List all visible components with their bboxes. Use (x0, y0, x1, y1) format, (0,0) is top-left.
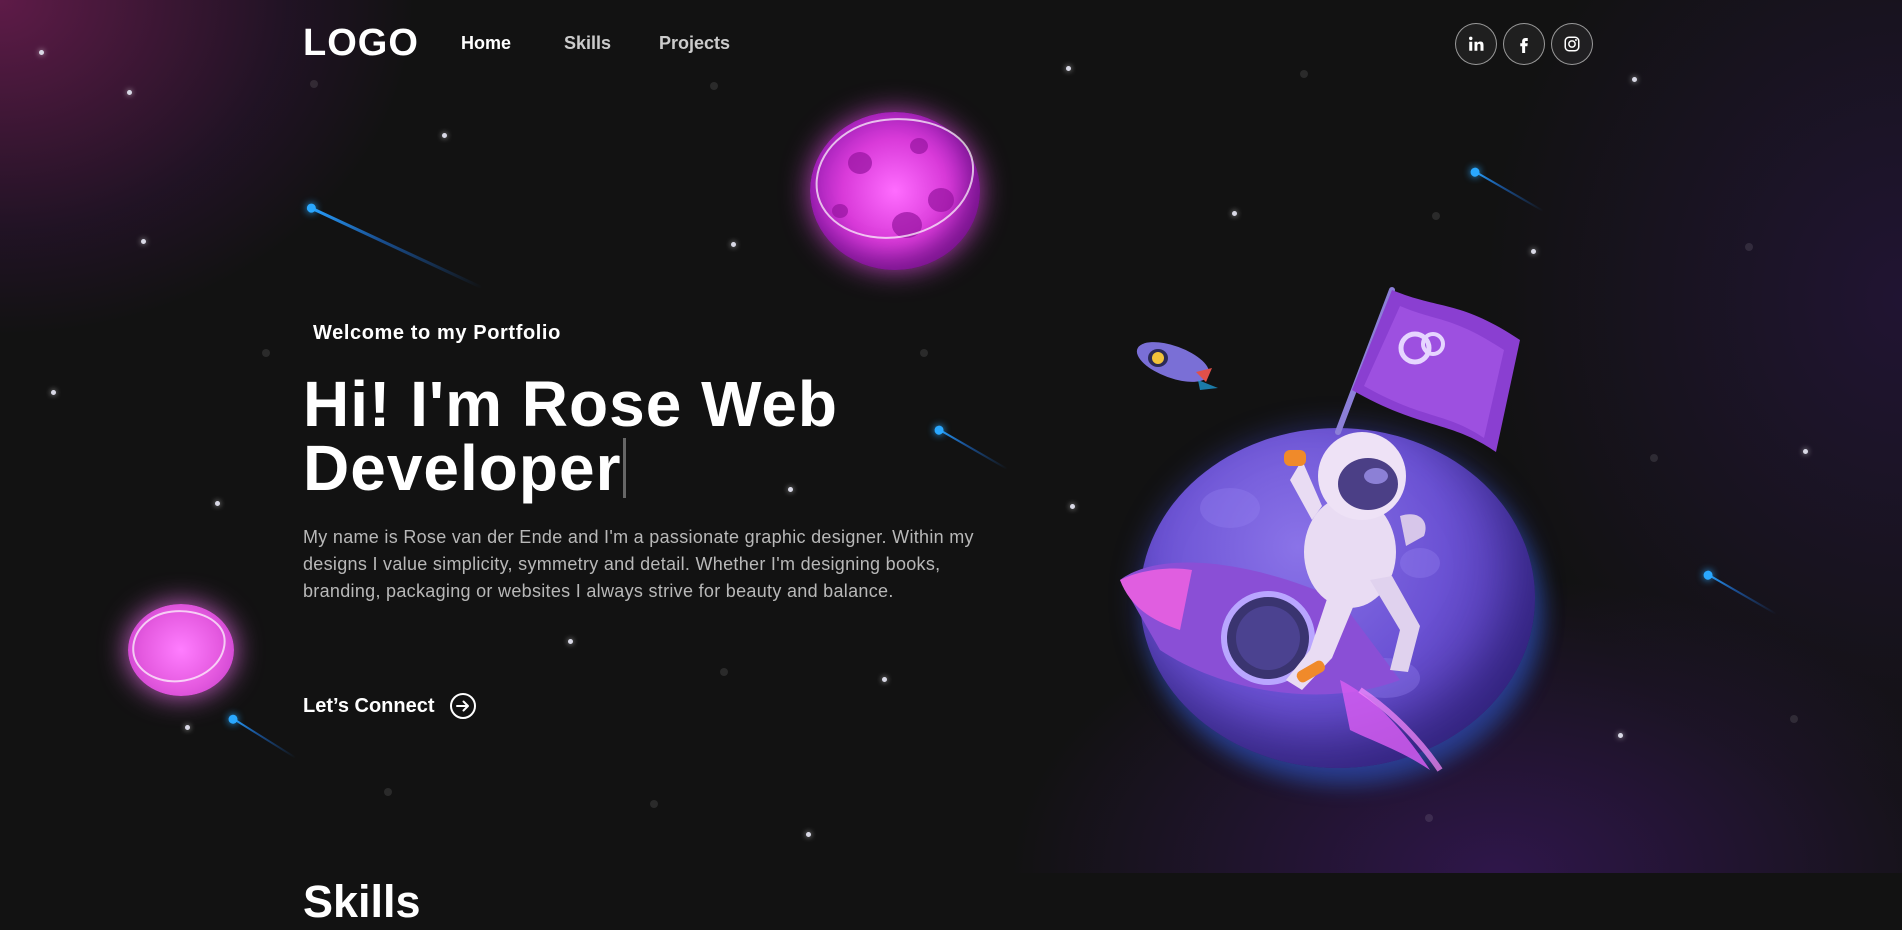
headline-line-1: Hi! I'm Rose Web (303, 368, 838, 440)
linkedin-icon (1469, 36, 1484, 51)
nav-link-skills[interactable]: Skills (564, 33, 611, 54)
star (141, 239, 146, 244)
linkedin-button[interactable] (1455, 23, 1497, 65)
shooting-star (1473, 170, 1544, 212)
star (1803, 449, 1808, 454)
star (720, 668, 728, 676)
shooting-star (309, 206, 483, 290)
star (882, 677, 887, 682)
nav-link-projects[interactable]: Projects (659, 33, 730, 54)
star (568, 639, 573, 644)
star (1790, 715, 1798, 723)
hero-tagline: Welcome to my Portfolio (313, 322, 561, 344)
instagram-button[interactable] (1551, 23, 1593, 65)
star (1432, 212, 1440, 220)
navbar: LOGO Home Skills Projects (0, 0, 1902, 90)
star (215, 501, 220, 506)
star (1425, 814, 1433, 822)
connect-button[interactable]: Let’s Connect (303, 692, 477, 720)
connect-label: Let’s Connect (303, 694, 435, 717)
hero-intro: My name is Rose van der Ende and I'm a p… (303, 527, 974, 601)
star (920, 349, 928, 357)
logo[interactable]: LOGO (303, 22, 419, 65)
star (1745, 243, 1753, 251)
star (731, 242, 736, 247)
facebook-button[interactable] (1503, 23, 1545, 65)
skills-section (0, 873, 1902, 930)
arrow-right-circle-icon (449, 693, 476, 719)
star (1070, 504, 1075, 509)
astronaut-illustration (1120, 287, 1520, 772)
nav-link-home[interactable]: Home (461, 33, 511, 54)
instagram-icon (1564, 36, 1580, 52)
star (1531, 249, 1536, 254)
star (806, 832, 811, 837)
hero-headline: Hi! I'm Rose Web Developer (303, 372, 1063, 500)
star (384, 788, 392, 796)
star (185, 725, 190, 730)
star (51, 390, 56, 395)
star (442, 133, 447, 138)
shooting-star (1706, 573, 1777, 615)
star (650, 800, 658, 808)
star (262, 349, 270, 357)
typing-cursor (623, 438, 627, 498)
star (1232, 211, 1237, 216)
headline-line-2: Developer (303, 432, 622, 504)
facebook-icon (1520, 38, 1528, 53)
shooting-star (231, 717, 297, 759)
star (127, 90, 132, 95)
skills-heading: Skills (303, 876, 421, 927)
